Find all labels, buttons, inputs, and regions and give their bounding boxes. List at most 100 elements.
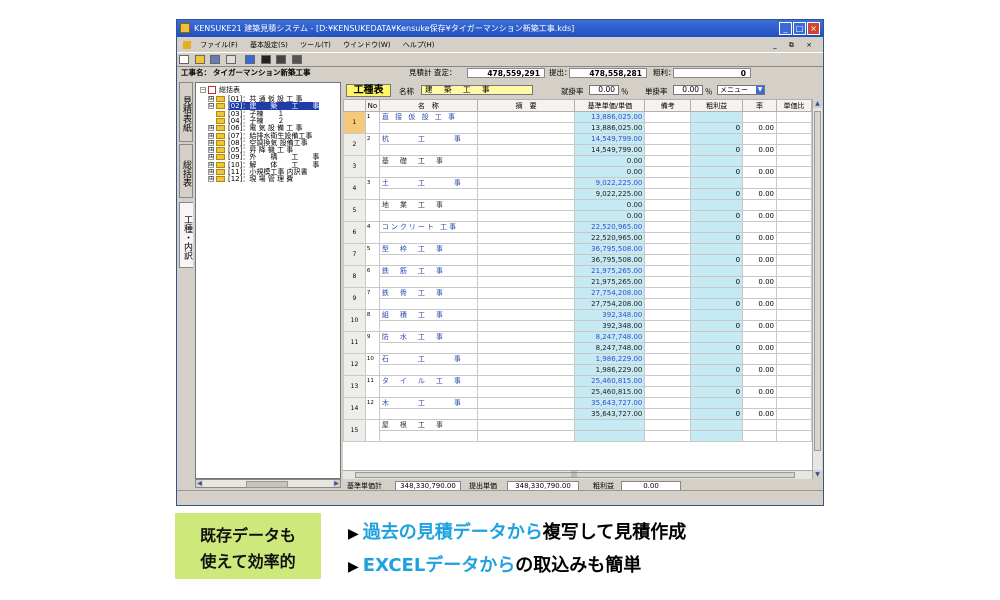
summary-cell[interactable] [476,309,576,321]
summary-cell[interactable] [476,408,576,420]
new-icon[interactable] [179,55,189,64]
summary-cell[interactable] [476,287,576,299]
summary-cell[interactable] [476,144,576,156]
table-row[interactable]: 8,247,748.00 0 0.00 [344,342,812,354]
table-row[interactable]: 11直 接 仮 設 工 事 13,886,025.00 [343,111,812,134]
amount-cell[interactable]: 22,520,965.00 [574,221,646,233]
item-name-cell[interactable] [378,254,478,266]
item-name-cell[interactable]: 土 工 事 [378,177,478,189]
note-cell[interactable] [644,419,692,431]
row-number[interactable]: 1 [343,111,366,134]
scroll-thumb[interactable] [246,481,288,488]
item-name-cell[interactable]: 型 枠 工 事 [378,243,478,255]
note-cell[interactable] [644,408,692,420]
title-bar[interactable]: KENSUKE21 建築見積システム - [D:¥KENSUKEDATA¥Ken… [177,20,823,37]
table-row[interactable]: 21,975,265.00 0 0.00 [344,276,812,288]
summary-cell[interactable] [476,276,576,288]
item-name-cell[interactable] [378,430,478,442]
summary-cell[interactable] [476,254,576,266]
amount-cell[interactable]: 27,754,208.00 [574,287,646,299]
amount-cell[interactable]: 0.00 [574,210,646,222]
tree-horizontal-scrollbar[interactable]: ◀ ▶ [195,479,341,488]
amount-cell[interactable]: 13,886,025.00 [574,111,646,123]
note-cell[interactable] [644,276,692,288]
scroll-left-icon[interactable]: ◀ [196,480,203,487]
item-name-cell[interactable]: 杭 工 事 [378,133,478,145]
item-name-cell[interactable] [378,386,478,398]
expand-toggle[interactable]: ⊞ [208,161,214,168]
note-cell[interactable] [644,386,692,398]
grid-icon[interactable] [245,55,256,64]
summary-cell[interactable] [476,177,576,189]
amount-cell[interactable]: 27,754,208.00 [574,298,646,310]
item-name-cell[interactable]: 直 接 仮 設 工 事 [378,111,478,123]
summary-cell[interactable] [476,166,576,178]
row-number[interactable]: 13 [343,375,366,398]
item-name-cell[interactable]: 木 工 事 [378,397,478,409]
grid-vertical-scrollbar[interactable]: ▲ ▼ [812,99,822,479]
row-number[interactable]: 12 [343,353,366,376]
row-number[interactable]: 5 [343,199,366,222]
row-number[interactable]: 10 [343,309,366,332]
amount-cell[interactable]: 25,460,815.00 [574,375,646,387]
summary-cell[interactable] [476,122,576,134]
header-rate[interactable]: 率 [742,99,777,112]
note-cell[interactable] [644,331,692,343]
amount-cell[interactable]: 392,348.00 [574,309,646,321]
table-row[interactable]: 11 9 防 水 工 事 8,247,748.00 [343,331,812,354]
item-name-cell[interactable] [378,210,478,222]
table-row[interactable]: 86鉄 筋 工 事 21,975,265.00 [343,265,812,288]
table-row[interactable]: 5 地 業 工 事 0.00 [343,199,812,222]
table-row[interactable]: 6 4 コンクリート 工事 22,520,965.00 [343,221,812,244]
item-name-cell[interactable]: 屋 根 工 事 [378,419,478,431]
expand-toggle[interactable]: ⊞ [208,132,214,139]
amount-cell[interactable]: 14,549,799.00 [574,144,646,156]
summary-cell[interactable] [476,397,576,409]
amount-cell[interactable]: 8,247,748.00 [574,342,646,354]
item-name-cell[interactable] [378,276,478,288]
menu-settings[interactable]: 基本設定(S) [245,38,293,52]
table-row[interactable]: 3 基 礎 工 事 0.00 [343,155,812,178]
header-profit[interactable]: 粗利益 [690,99,744,112]
unit-rate-field[interactable]: 0.00 [673,85,703,95]
header-amount[interactable]: 基準単価/単価 [574,99,646,112]
table-row[interactable] [344,430,812,442]
tab-breakdown[interactable]: 工種・内訳 [179,202,193,268]
amount-cell[interactable]: 8,247,748.00 [574,331,646,343]
header-note[interactable]: 備考 [644,99,692,112]
item-name-cell[interactable] [378,144,478,156]
menu-tools[interactable]: ツール(T) [295,38,336,52]
tab-cover[interactable]: 見積表紙 [179,82,193,142]
chevron-down-icon[interactable]: ▼ [756,86,764,94]
summary-cell[interactable] [476,199,576,211]
item-name-cell[interactable]: 防 水 工 事 [378,331,478,343]
item-name-cell[interactable] [378,342,478,354]
table-row[interactable]: 25,460,815.00 0 0.00 [344,386,812,398]
amount-cell[interactable]: 35,643,727.00 [574,408,646,420]
table-row[interactable]: 75型 枠 工 事 36,795,508.00 [343,243,812,266]
amount-cell[interactable]: 22,520,965.00 [574,232,646,244]
table-row[interactable]: 10 8 組 積 工 事 392,348.00 [343,309,812,332]
item-name-cell[interactable] [378,188,478,200]
summary-cell[interactable] [476,386,576,398]
note-cell[interactable] [644,320,692,332]
open-icon[interactable] [194,55,205,64]
header-unit-ratio[interactable]: 単価比 [775,99,812,112]
item-name-cell[interactable]: コンクリート 工事 [378,221,478,233]
note-cell[interactable] [644,122,692,134]
table-row[interactable]: 15 屋 根 工 事 [343,419,812,442]
mdi-controls[interactable]: _ ⧉ × [773,38,817,52]
scroll-down-icon[interactable]: ▼ [813,470,822,479]
header-name[interactable]: 名 称 [378,99,478,112]
amount-cell[interactable]: 21,975,265.00 [574,265,646,277]
row-number[interactable]: 9 [343,287,366,310]
note-cell[interactable] [644,375,692,387]
maximize-button[interactable]: □ [793,22,806,35]
item-name-cell[interactable] [378,232,478,244]
note-cell[interactable] [644,309,692,321]
amount-cell[interactable]: 35,643,727.00 [574,397,646,409]
note-cell[interactable] [644,210,692,222]
amount-cell[interactable]: 0.00 [574,155,646,167]
menu-file[interactable]: ファイル(F) [195,38,243,52]
table-row[interactable]: 14,549,799.00 0 0.00 [344,144,812,156]
